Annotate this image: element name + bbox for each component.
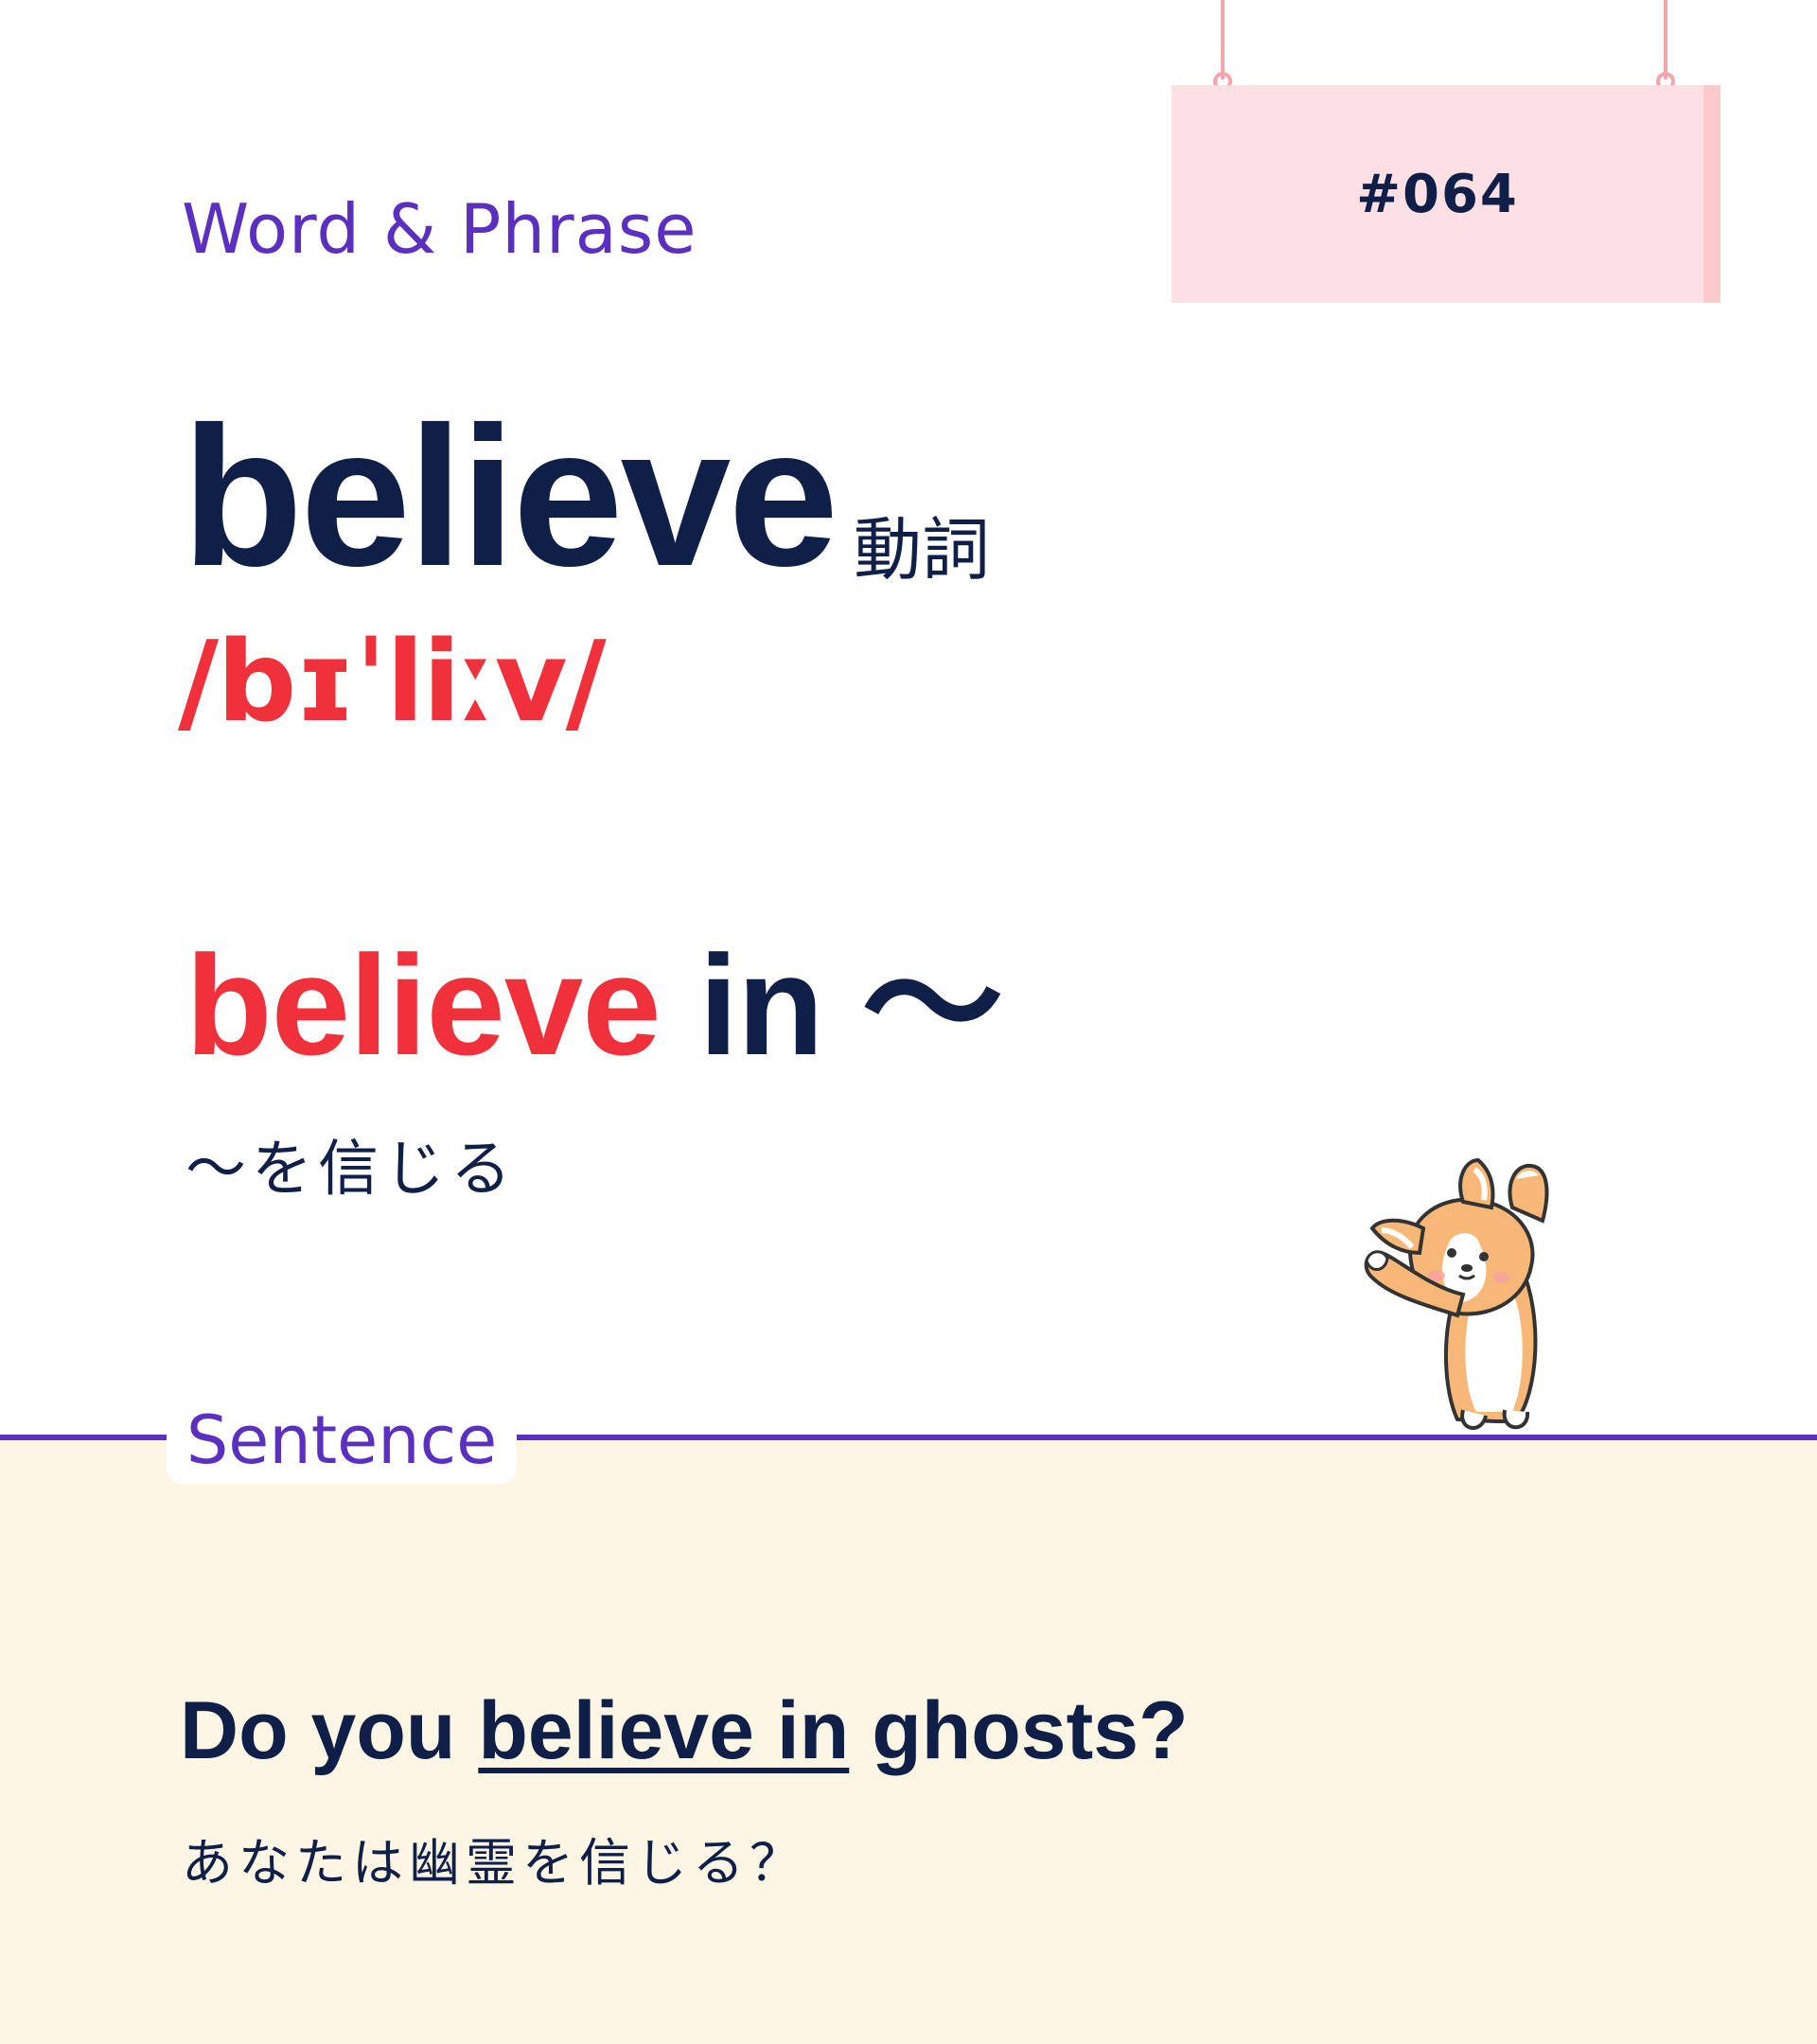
entry-number: #064 [1356, 163, 1519, 225]
phrase-meaning: ～を信じる [185, 1135, 517, 1205]
phrase-highlight: believe [185, 925, 662, 1084]
part-of-speech: 動詞 [854, 510, 991, 590]
section-label-word-phrase: Word & Phrase [182, 189, 697, 269]
sentence-label-tab: Sentence [167, 1397, 517, 1484]
corgi-mascot-icon [1364, 1157, 1549, 1430]
sign-string-left [1221, 0, 1225, 79]
example-after: ghosts? [849, 1685, 1189, 1776]
pronunciation: /bɪˈliːv/ [178, 616, 607, 747]
entry-number-sign: #064 [1172, 0, 1720, 303]
example-before: Do you [180, 1685, 479, 1776]
phrase: believe in ～ [185, 925, 1003, 1084]
example-underlined: believe in [478, 1685, 850, 1776]
sign-board: #064 [1172, 85, 1720, 303]
sentence-label: Sentence [185, 1401, 498, 1479]
example-translation: あなたは幽霊を信じる？ [182, 1833, 806, 1893]
sign-string-right [1664, 0, 1667, 79]
headword: believe [182, 385, 838, 608]
example-sentence: Do you believe in ghosts? [180, 1686, 1189, 1776]
phrase-rest: in ～ [660, 925, 1003, 1084]
